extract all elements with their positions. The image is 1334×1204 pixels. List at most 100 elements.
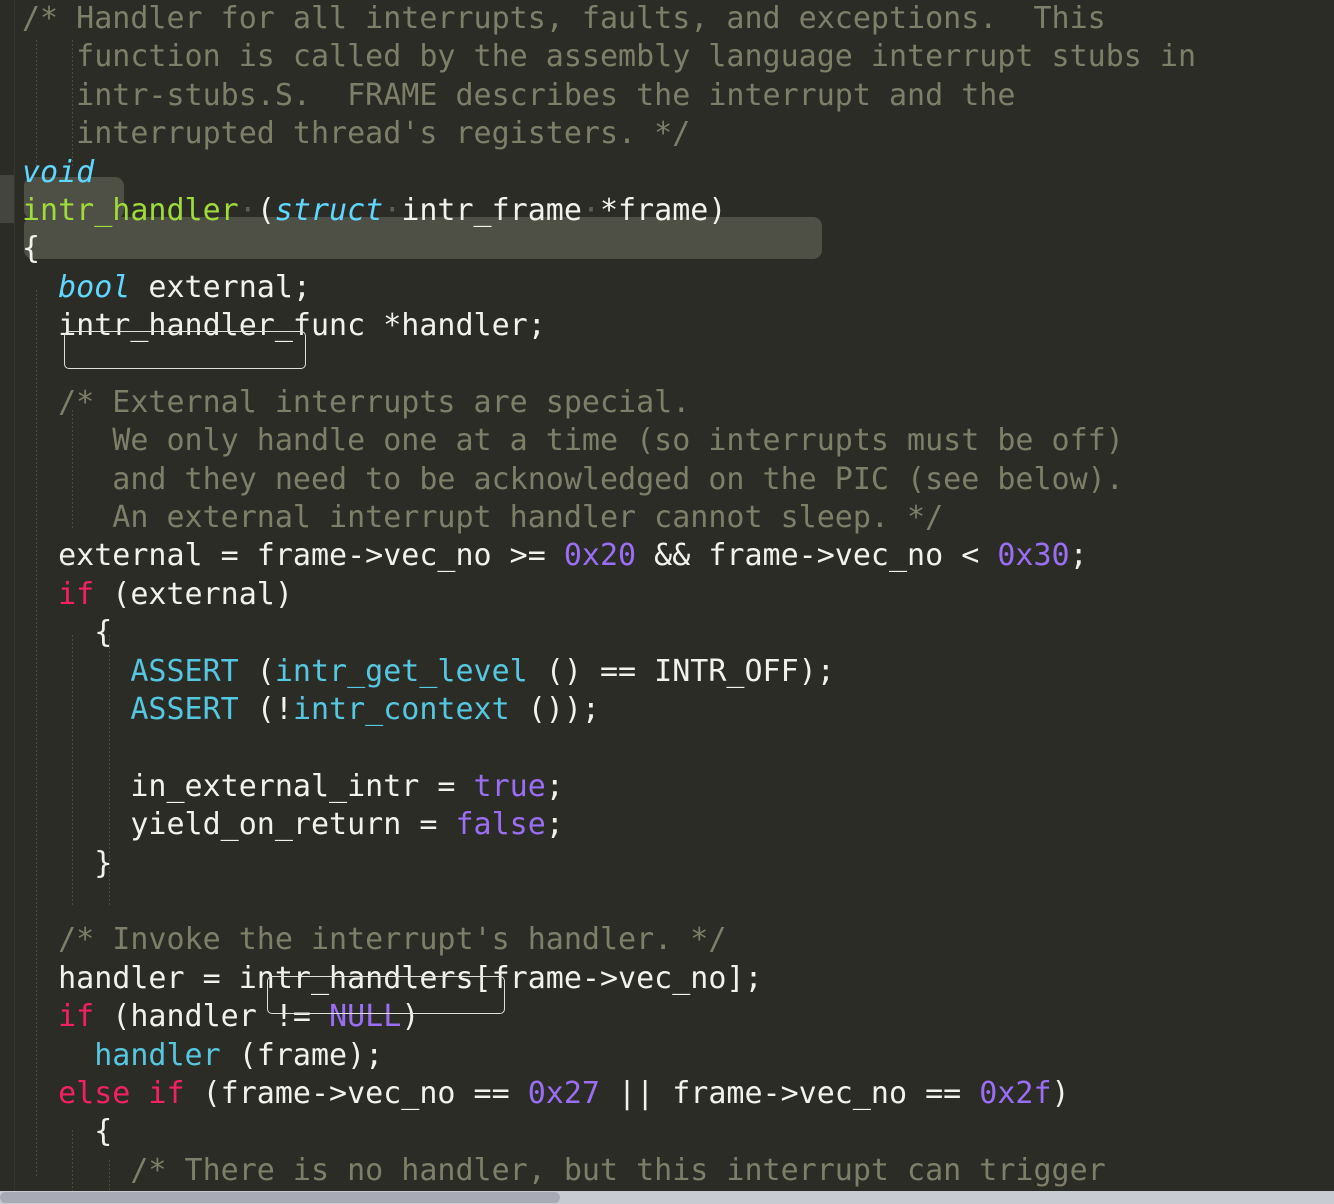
- code-line[interactable]: {: [0, 614, 1334, 652]
- code-token-cmt: and they need to be acknowledged on the …: [22, 461, 1124, 497]
- code-line[interactable]: /* External interrupts are special.: [0, 384, 1334, 422]
- code-line[interactable]: ASSERT (!intr_context ());: [0, 691, 1334, 729]
- code-token-fn: intr_handler: [22, 192, 239, 228]
- code-line[interactable]: if (handler != NULL): [0, 998, 1334, 1036]
- code-line[interactable]: intr_handler·(struct·intr_frame·*frame): [0, 192, 1334, 230]
- code-token-cmt: /* There is no handler, but this interru…: [22, 1152, 1106, 1188]
- code-token-plain: intr_handler_func *handler;: [22, 308, 546, 344]
- code-token-plain: handler = intr_handlers[frame->vec_no];: [22, 960, 763, 996]
- code-token-num: false: [455, 807, 546, 843]
- code-token-kw: bool: [58, 269, 131, 305]
- code-token-plain: && frame->vec_no <: [636, 538, 998, 574]
- code-line[interactable]: if (external): [0, 576, 1334, 614]
- code-token-plain: (: [238, 653, 275, 689]
- code-line[interactable]: We only handle one at a time (so interru…: [0, 422, 1334, 460]
- code-token-num: 0x30: [997, 538, 1070, 574]
- code-token-kw: struct: [274, 192, 384, 228]
- code-line[interactable]: {: [0, 230, 1334, 268]
- code-line[interactable]: handler (frame);: [0, 1037, 1334, 1075]
- code-line[interactable]: [0, 883, 1334, 921]
- code-token-kw: void: [22, 154, 95, 190]
- code-token-cmt: An external interrupt handler cannot sle…: [22, 500, 944, 536]
- code-token-call: intr_context: [292, 692, 510, 728]
- code-token-plain: ): [401, 999, 420, 1035]
- code-token-ctrl: if: [58, 999, 95, 1035]
- code-token-plain: }: [22, 845, 113, 881]
- code-line[interactable]: handler = intr_handlers[frame->vec_no];: [0, 960, 1334, 998]
- code-line[interactable]: else if (frame->vec_no == 0x27 || frame-…: [0, 1075, 1334, 1113]
- code-token-plain: {: [22, 615, 113, 651]
- horizontal-scrollbar[interactable]: [0, 1191, 1334, 1204]
- code-token-cmt: We only handle one at a time (so interru…: [22, 423, 1124, 459]
- horizontal-scrollbar-thumb[interactable]: [0, 1192, 561, 1203]
- code-token-call: ASSERT: [130, 692, 239, 728]
- code-token-plain: external;: [130, 269, 311, 305]
- code-line[interactable]: ASSERT (intr_get_level () == INTR_OFF);: [0, 653, 1334, 691]
- code-line[interactable]: /* Invoke the interrupt's handler. */: [0, 921, 1334, 959]
- code-line[interactable]: void: [0, 154, 1334, 192]
- code-token-num: 0x27: [527, 1075, 600, 1111]
- code-token-plain: {: [22, 1114, 113, 1150]
- code-line[interactable]: /* Handler for all interrupts, faults, a…: [0, 0, 1334, 38]
- code-token-plain: {: [22, 231, 41, 267]
- code-token-num: NULL: [329, 999, 402, 1035]
- code-token-ctrl: if: [58, 576, 95, 612]
- code-content[interactable]: /* Handler for all interrupts, faults, a…: [0, 0, 1334, 1190]
- code-token-plain: (external): [94, 576, 293, 612]
- code-token-ctrl: else if: [22, 1075, 185, 1111]
- code-token-plain: (!: [238, 692, 293, 728]
- code-token-plain: (: [256, 192, 275, 228]
- code-token-cmt: /* Invoke the interrupt's handler. */: [22, 922, 727, 958]
- code-line[interactable]: yield_on_return = false;: [0, 806, 1334, 844]
- code-token-plain: ;: [545, 768, 564, 804]
- code-token-num: true: [473, 768, 546, 804]
- code-token-dot: ·: [581, 192, 600, 228]
- code-token-call: ASSERT: [130, 653, 239, 689]
- code-token-call: intr_get_level: [274, 653, 528, 689]
- code-token-plain: yield_on_return =: [22, 807, 456, 843]
- code-token-call: handler: [94, 1037, 221, 1073]
- code-line[interactable]: in_external_intr = true;: [0, 768, 1334, 806]
- code-token-cmt: /* Handler for all interrupts, faults, a…: [22, 1, 1106, 36]
- code-token-plain: ;: [545, 807, 564, 843]
- code-editor[interactable]: /* Handler for all interrupts, faults, a…: [0, 0, 1334, 1204]
- code-token-dot: ·: [383, 192, 402, 228]
- code-token-plain: external = frame->vec_no >=: [22, 538, 564, 574]
- code-token-num: 0x20: [563, 538, 637, 574]
- code-token-plain: in_external_intr =: [22, 768, 474, 804]
- code-line[interactable]: An external interrupt handler cannot sle…: [0, 499, 1334, 537]
- code-line[interactable]: function is called by the assembly langu…: [0, 38, 1334, 76]
- code-token-num: 0x2f: [979, 1075, 1052, 1111]
- code-line[interactable]: interrupted thread's registers. */: [0, 115, 1334, 153]
- code-token-plain: (handler !=: [94, 999, 330, 1035]
- code-token-cmt: function is called by the assembly langu…: [22, 39, 1196, 75]
- code-token-plain: () == INTR_OFF);: [527, 653, 835, 689]
- code-token-plain: *frame): [600, 192, 727, 228]
- code-line[interactable]: [0, 346, 1334, 384]
- code-token-plain: ): [1051, 1075, 1070, 1111]
- code-line[interactable]: [0, 729, 1334, 767]
- code-line[interactable]: {: [0, 1113, 1334, 1151]
- code-line[interactable]: }: [0, 845, 1334, 883]
- code-token-plain: || frame->vec_no ==: [599, 1075, 980, 1111]
- code-token-plain: intr_frame: [401, 192, 582, 228]
- code-line[interactable]: intr-stubs.S. FRAME describes the interr…: [0, 77, 1334, 115]
- code-token-cmt: intr-stubs.S. FRAME describes the interr…: [22, 77, 1016, 113]
- code-line[interactable]: intr_handler_func *handler;: [0, 307, 1334, 345]
- code-line[interactable]: and they need to be acknowledged on the …: [0, 461, 1334, 499]
- code-token-cmt: interrupted thread's registers. */: [22, 116, 691, 152]
- code-token-plain: (frame);: [220, 1037, 384, 1073]
- code-token-plain: ());: [509, 692, 600, 728]
- code-line[interactable]: external = frame->vec_no >= 0x20 && fram…: [0, 537, 1334, 575]
- code-line[interactable]: bool external;: [0, 269, 1334, 307]
- code-token-dot: ·: [238, 192, 257, 228]
- code-token-cmt: /* External interrupts are special.: [22, 384, 691, 420]
- code-line[interactable]: /* There is no handler, but this interru…: [0, 1152, 1334, 1190]
- code-token-plain: (frame->vec_no ==: [184, 1075, 528, 1111]
